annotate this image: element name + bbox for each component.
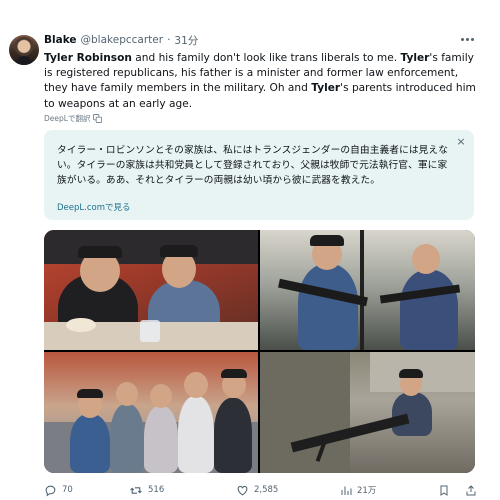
tweet-text-part-1: and his family don't look like trans lib… <box>131 52 401 64</box>
views-button[interactable]: 21万 <box>340 482 376 498</box>
deepl-translate-link[interactable]: DeepLで翻訳 <box>44 113 103 123</box>
photo-1[interactable] <box>44 230 258 350</box>
repost-button[interactable]: 516 <box>129 482 164 498</box>
tweet-text: Tyler Robinson and his family don't look… <box>44 51 484 112</box>
tweet-header: Blake @blakepccarter · 31分 <box>44 33 198 47</box>
repost-count: 516 <box>148 485 165 495</box>
post-time[interactable]: 31分 <box>174 33 198 48</box>
translate-icon <box>93 113 103 123</box>
translation-text: タイラー・ロビンソンとその家族は、私にはトランスジェンダーの自由主義者には見えな… <box>57 145 449 186</box>
bookmark-icon <box>440 485 448 496</box>
photo-2[interactable] <box>260 230 475 350</box>
author-name[interactable]: Blake <box>44 34 77 46</box>
views-icon <box>341 486 352 495</box>
reply-icon <box>45 485 56 496</box>
author-handle[interactable]: @blakepccarter <box>81 34 164 46</box>
avatar[interactable] <box>9 35 39 65</box>
like-button[interactable]: 2,585 <box>236 482 278 498</box>
media-grid <box>44 230 475 473</box>
photo-4[interactable] <box>260 352 475 473</box>
like-count: 2,585 <box>254 485 279 495</box>
share-icon <box>466 484 476 495</box>
reply-count: 70 <box>62 485 73 495</box>
heart-icon <box>237 485 248 495</box>
translation-panel: × タイラー・ロビンソンとその家族は、私にはトランスジェンダーの自由主義者には見… <box>44 130 474 220</box>
deepl-label: DeepLで翻訳 <box>44 113 91 123</box>
view-count: 21万 <box>357 486 377 496</box>
more-icon[interactable] <box>458 32 476 46</box>
photo-3[interactable] <box>44 352 258 473</box>
bookmark-button[interactable] <box>438 482 450 498</box>
separator: · <box>167 34 171 46</box>
action-bar: 70 516 2,585 21万 <box>44 482 484 498</box>
share-button[interactable] <box>465 482 477 498</box>
repost-icon <box>130 486 142 494</box>
tweet-text-bold-3: Tyler <box>311 82 341 95</box>
deepl-com-link[interactable]: DeepL.comで見る <box>57 201 131 213</box>
tweet-text-bold-1: Tyler Robinson <box>44 52 132 64</box>
tweet: Blake @blakepccarter · 31分 Tyler Robinso… <box>0 0 500 500</box>
tweet-text-bold-2: Tyler <box>400 52 430 64</box>
reply-button[interactable]: 70 <box>44 482 73 498</box>
